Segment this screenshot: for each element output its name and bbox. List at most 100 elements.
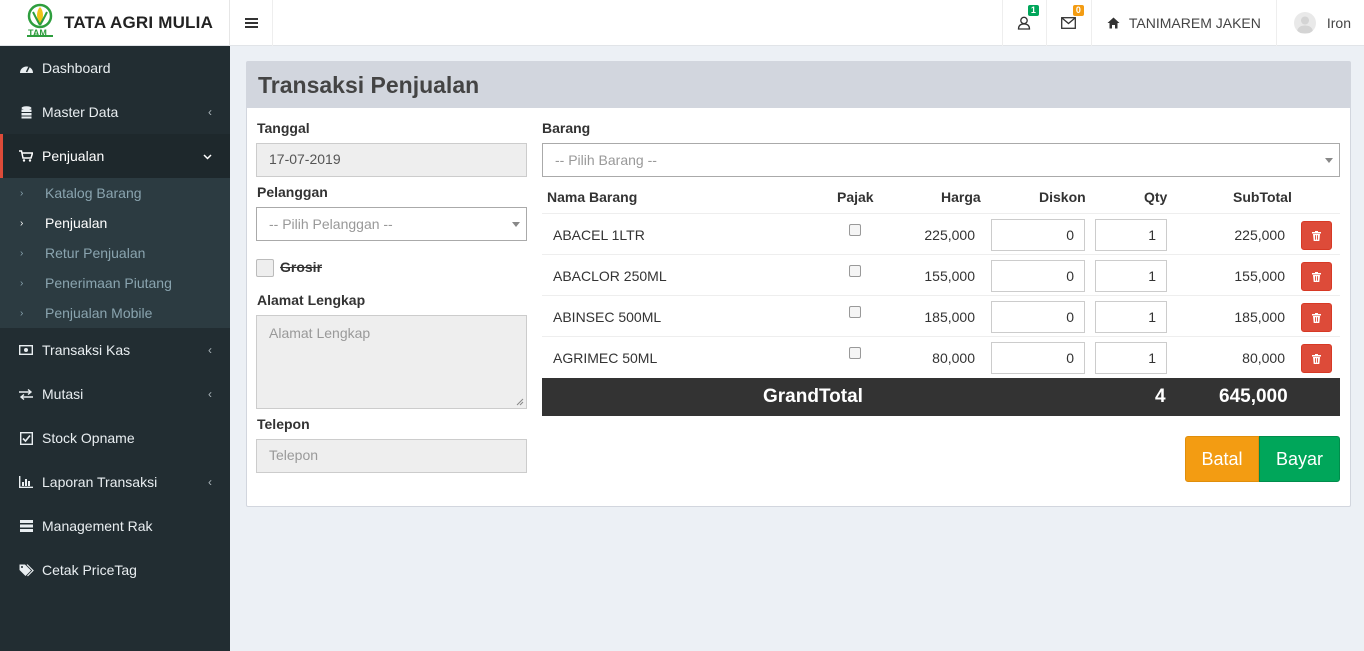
tags-icon (18, 563, 34, 577)
delete-row-button[interactable] (1301, 303, 1332, 332)
chevron-right-icon: › (20, 307, 24, 319)
brand-name: TATA AGRI MULIA (64, 13, 214, 32)
col-header-subtotal: SubTotal (1233, 189, 1292, 205)
sidebar-item-label: Management Rak (42, 518, 153, 534)
grand-total-bar: GrandTotal 4 645,000 (542, 378, 1340, 416)
col-header-nama: Nama Barang (547, 189, 638, 205)
avatar (1293, 12, 1316, 34)
delete-row-button[interactable] (1301, 221, 1332, 250)
dashboard-icon (18, 63, 34, 74)
alamat-textarea[interactable]: Alamat Lengkap (256, 315, 527, 409)
telepon-field[interactable]: Telepon (256, 439, 527, 473)
sidebar-subitem-penjualan-mobile[interactable]: › Penjualan Mobile (0, 298, 230, 328)
grosir-checkbox[interactable] (256, 259, 274, 277)
trash-icon (1312, 271, 1321, 282)
brand-logo[interactable]: TAM TATA AGRI MULIA (0, 0, 230, 46)
grosir-label: Grosir (280, 259, 323, 275)
diskon-input[interactable]: 0 (991, 301, 1085, 333)
logo-label: TAM (28, 28, 47, 38)
hamburger-icon (244, 18, 258, 28)
chevron-down-icon (203, 149, 212, 163)
sidebar-subitem-label: Penjualan Mobile (45, 305, 153, 321)
item-name: ABACEL 1LTR (553, 227, 645, 243)
caret-down-icon (512, 222, 520, 227)
delete-row-button[interactable] (1301, 344, 1332, 373)
barang-label: Barang (542, 120, 591, 136)
col-header-pajak: Pajak (837, 189, 874, 205)
sidebar-subitem-retur-penjualan[interactable]: › Retur Penjualan (0, 238, 230, 268)
pajak-checkbox[interactable] (849, 265, 861, 277)
user-notification-button[interactable]: 1 (1001, 0, 1046, 46)
box-header: Transaksi Penjualan (247, 62, 1350, 108)
qty-input[interactable]: 1 (1095, 260, 1167, 292)
pajak-checkbox[interactable] (849, 306, 861, 318)
mail-notif-badge: 0 (1072, 5, 1084, 16)
diskon-input[interactable]: 0 (991, 260, 1085, 292)
item-subtotal: 80,000 (1242, 350, 1285, 366)
sidebar-item-stock-opname[interactable]: Stock Opname (0, 416, 230, 460)
top-navbar: TAM TATA AGRI MULIA 1 0 TANIMAREM JAKEN … (0, 0, 1364, 46)
sidebar-item-laporan-transaksi[interactable]: Laporan Transaksi ‹ (0, 460, 230, 504)
sidebar-item-label: Laporan Transaksi (42, 474, 158, 490)
bayar-button[interactable]: Bayar (1259, 436, 1340, 482)
diskon-input[interactable]: 0 (991, 342, 1085, 374)
sidebar-item-management-rak[interactable]: Management Rak (0, 504, 230, 548)
delete-row-button[interactable] (1301, 262, 1332, 291)
sidebar-item-penjualan[interactable]: Penjualan (0, 134, 230, 178)
trash-icon (1312, 353, 1321, 364)
home-icon (1107, 17, 1120, 29)
sidebar-item-label: Stock Opname (42, 430, 135, 446)
database-icon (18, 105, 34, 119)
sidebar-item-dashboard[interactable]: Dashboard (0, 46, 230, 90)
diskon-input[interactable]: 0 (991, 219, 1085, 251)
chevron-left-icon: ‹ (208, 475, 212, 489)
server-icon (18, 520, 34, 532)
qty-input[interactable]: 1 (1095, 301, 1167, 333)
sidebar-subitem-label: Penerimaan Piutang (45, 275, 172, 291)
sidebar-toggle-button[interactable] (230, 0, 273, 46)
barang-select[interactable]: -- Pilih Barang -- (542, 143, 1340, 177)
bar-chart-icon (18, 476, 34, 488)
sidebar-item-label: Mutasi (42, 386, 84, 402)
sidebar-subitem-katalog-barang[interactable]: › Katalog Barang (0, 178, 230, 208)
sidebar-subitem-penjualan[interactable]: › Penjualan (0, 208, 230, 238)
chevron-right-icon: › (20, 187, 24, 199)
sidebar-item-label: Penjualan (42, 148, 105, 164)
chevron-right-icon: › (20, 247, 24, 259)
sidebar-item-cetak-pricetag[interactable]: Cetak PriceTag (0, 548, 230, 592)
pajak-checkbox[interactable] (849, 347, 861, 359)
store-selector[interactable]: TANIMAREM JAKEN (1090, 0, 1276, 46)
sidebar-item-transaksi-kas[interactable]: Transaksi Kas ‹ (0, 328, 230, 372)
grand-total-qty: 4 (1155, 386, 1166, 407)
batal-button[interactable]: Batal (1185, 436, 1259, 482)
col-header-qty: Qty (1144, 189, 1168, 205)
item-name: ABACLOR 250ML (553, 268, 667, 284)
col-header-harga: Harga (941, 189, 981, 205)
qty-input[interactable]: 1 (1095, 342, 1167, 374)
table-row: ABACLOR 250ML 155,000 0 1 155,000 (542, 254, 1340, 295)
chevron-left-icon: ‹ (208, 343, 212, 357)
col-header-diskon: Diskon (1039, 189, 1086, 205)
pajak-checkbox[interactable] (849, 224, 861, 236)
envelope-icon (1061, 17, 1077, 29)
user-name: Iron (1326, 15, 1351, 31)
sidebar-item-label: Transaksi Kas (42, 342, 131, 358)
grand-total-label: GrandTotal (763, 386, 863, 407)
item-harga: 225,000 (924, 227, 975, 243)
user-menu[interactable]: Iron (1275, 0, 1364, 46)
trash-icon (1312, 312, 1321, 323)
qty-input[interactable]: 1 (1095, 219, 1167, 251)
mail-notification-button[interactable]: 0 (1045, 0, 1091, 46)
item-harga: 185,000 (924, 309, 975, 325)
item-name: ABINSEC 500ML (553, 309, 662, 325)
pelanggan-select[interactable]: -- Pilih Pelanggan -- (256, 207, 527, 241)
sidebar-item-label: Dashboard (42, 60, 111, 76)
money-icon (18, 345, 34, 355)
sidebar-subitem-penerimaan-piutang[interactable]: › Penerimaan Piutang (0, 268, 230, 298)
tanggal-value: 17-07-2019 (269, 151, 341, 167)
tanggal-field[interactable]: 17-07-2019 (256, 143, 527, 177)
page-title: Transaksi Penjualan (258, 71, 480, 98)
tam-logo-icon: TAM (26, 3, 54, 43)
sidebar-item-mutasi[interactable]: Mutasi ‹ (0, 372, 230, 416)
sidebar-item-master-data[interactable]: Master Data ‹ (0, 90, 230, 134)
